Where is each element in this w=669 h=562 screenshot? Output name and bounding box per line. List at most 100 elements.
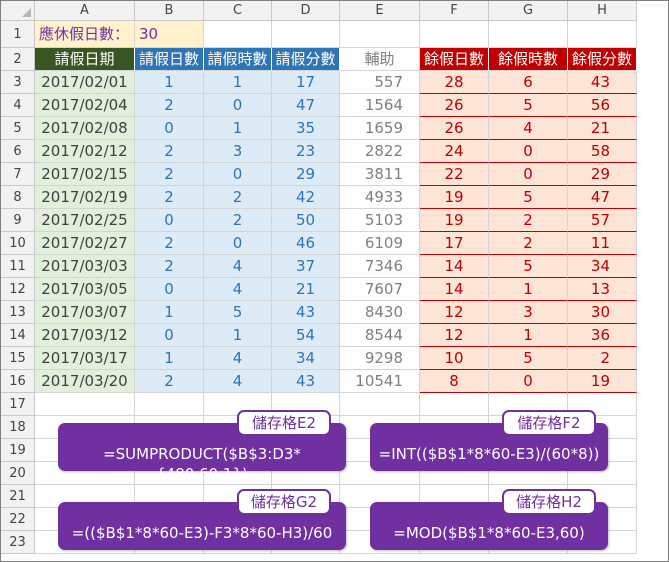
- cell-a16[interactable]: 2017/03/20: [35, 370, 135, 393]
- cell-g13[interactable]: 3: [489, 301, 568, 324]
- cell-g6[interactable]: 0: [489, 140, 568, 163]
- cell-e9[interactable]: 5103: [340, 209, 420, 232]
- cell-b3[interactable]: 1: [135, 71, 204, 94]
- column-header-e[interactable]: E: [340, 1, 420, 21]
- cell-e3[interactable]: 557: [340, 71, 420, 94]
- cell-a10[interactable]: 2017/02/27: [35, 232, 135, 255]
- cell-b13[interactable]: 1: [135, 301, 204, 324]
- cell-c4[interactable]: 0: [204, 94, 272, 117]
- column-header-f[interactable]: F: [420, 1, 489, 21]
- cell-a9[interactable]: 2017/02/25: [35, 209, 135, 232]
- cell-c14[interactable]: 1: [204, 324, 272, 347]
- cell-c12[interactable]: 4: [204, 278, 272, 301]
- cell-g3[interactable]: 6: [489, 71, 568, 94]
- cell-c7[interactable]: 0: [204, 163, 272, 186]
- cell-f16[interactable]: 8: [420, 370, 489, 393]
- cell-f4[interactable]: 26: [420, 94, 489, 117]
- row-header-23[interactable]: 23: [1, 531, 35, 554]
- row-header-21[interactable]: 21: [1, 485, 35, 508]
- cell-a13[interactable]: 2017/03/07: [35, 301, 135, 324]
- cell-h16[interactable]: 19: [568, 370, 637, 393]
- row-header-10[interactable]: 10: [1, 232, 35, 255]
- cell-e12[interactable]: 7607: [340, 278, 420, 301]
- cell-b15[interactable]: 1: [135, 347, 204, 370]
- cell-f12[interactable]: 14: [420, 278, 489, 301]
- cell-d8[interactable]: 42: [272, 186, 340, 209]
- row-header-3[interactable]: 3: [1, 71, 35, 94]
- cell-a12[interactable]: 2017/03/05: [35, 278, 135, 301]
- cell-c6[interactable]: 3: [204, 140, 272, 163]
- cell-e16[interactable]: 10541: [340, 370, 420, 393]
- cell-g16[interactable]: 0: [489, 370, 568, 393]
- header-a[interactable]: 請假日期: [35, 48, 135, 71]
- cell-h6[interactable]: 58: [568, 140, 637, 163]
- cell-g15[interactable]: 5: [489, 347, 568, 370]
- cell-a4[interactable]: 2017/02/04: [35, 94, 135, 117]
- cell-b9[interactable]: 0: [135, 209, 204, 232]
- cell-b11[interactable]: 2: [135, 255, 204, 278]
- row-header-22[interactable]: 22: [1, 508, 35, 531]
- cell-g5[interactable]: 4: [489, 117, 568, 140]
- header-c[interactable]: 請假時數: [204, 48, 272, 71]
- cell-d12[interactable]: 21: [272, 278, 340, 301]
- row-header-7[interactable]: 7: [1, 163, 35, 186]
- cell-e14[interactable]: 8544: [340, 324, 420, 347]
- cell-h12[interactable]: 13: [568, 278, 637, 301]
- cell-b14[interactable]: 0: [135, 324, 204, 347]
- cell-a1[interactable]: 應休假日數：: [35, 21, 135, 48]
- header-f[interactable]: 餘假日數: [420, 48, 489, 71]
- cell-g14[interactable]: 1: [489, 324, 568, 347]
- column-header-b[interactable]: B: [135, 1, 204, 21]
- cell-c3[interactable]: 1: [204, 71, 272, 94]
- row-header-12[interactable]: 12: [1, 278, 35, 301]
- column-header-g[interactable]: G: [489, 1, 568, 21]
- cell-e17[interactable]: [340, 393, 420, 416]
- cell-f17[interactable]: [420, 393, 489, 416]
- cell-e6[interactable]: 2822: [340, 140, 420, 163]
- cell-h5[interactable]: 21: [568, 117, 637, 140]
- cell-h7[interactable]: 29: [568, 163, 637, 186]
- cell-d6[interactable]: 23: [272, 140, 340, 163]
- cell-a3[interactable]: 2017/02/01: [35, 71, 135, 94]
- column-header-a[interactable]: A: [35, 1, 135, 21]
- row-header-4[interactable]: 4: [1, 94, 35, 117]
- cell-d11[interactable]: 37: [272, 255, 340, 278]
- column-header-d[interactable]: D: [272, 1, 340, 21]
- cell-c9[interactable]: 2: [204, 209, 272, 232]
- cell-h15[interactable]: 2: [568, 347, 637, 370]
- cell-g11[interactable]: 5: [489, 255, 568, 278]
- row-header-5[interactable]: 5: [1, 117, 35, 140]
- cell-e5[interactable]: 1659: [340, 117, 420, 140]
- cell-d10[interactable]: 46: [272, 232, 340, 255]
- cell-g9[interactable]: 2: [489, 209, 568, 232]
- cell-g12[interactable]: 1: [489, 278, 568, 301]
- cell-h8[interactable]: 47: [568, 186, 637, 209]
- header-e[interactable]: 輔助: [340, 48, 420, 71]
- cell-c13[interactable]: 5: [204, 301, 272, 324]
- cell-b10[interactable]: 2: [135, 232, 204, 255]
- column-header-h[interactable]: H: [568, 1, 637, 21]
- cell-b5[interactable]: 0: [135, 117, 204, 140]
- cell-a6[interactable]: 2017/02/12: [35, 140, 135, 163]
- cell-a15[interactable]: 2017/03/17: [35, 347, 135, 370]
- cell-c8[interactable]: 2: [204, 186, 272, 209]
- cell-e10[interactable]: 6109: [340, 232, 420, 255]
- row-header-14[interactable]: 14: [1, 324, 35, 347]
- cell-d14[interactable]: 54: [272, 324, 340, 347]
- cell-d3[interactable]: 17: [272, 71, 340, 94]
- cell-c1[interactable]: [204, 21, 272, 48]
- row-header-15[interactable]: 15: [1, 347, 35, 370]
- cell-f5[interactable]: 26: [420, 117, 489, 140]
- select-all-corner[interactable]: [1, 1, 35, 21]
- row-header-9[interactable]: 9: [1, 209, 35, 232]
- header-g[interactable]: 餘假時數: [489, 48, 568, 71]
- header-h[interactable]: 餘假分數: [568, 48, 637, 71]
- cell-f1[interactable]: [420, 21, 489, 48]
- cell-c11[interactable]: 4: [204, 255, 272, 278]
- cell-e15[interactable]: 9298: [340, 347, 420, 370]
- row-header-18[interactable]: 18: [1, 416, 35, 439]
- cell-h11[interactable]: 34: [568, 255, 637, 278]
- cell-e13[interactable]: 8430: [340, 301, 420, 324]
- cell-a5[interactable]: 2017/02/08: [35, 117, 135, 140]
- row-header-13[interactable]: 13: [1, 301, 35, 324]
